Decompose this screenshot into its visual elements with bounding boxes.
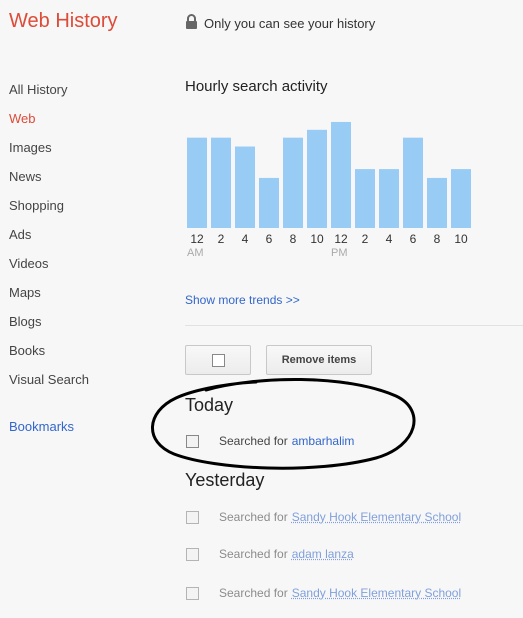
chart-tick-label: 4 [386, 232, 393, 246]
chart-bar [403, 137, 423, 228]
sidebar-item-blogs[interactable]: Blogs [9, 314, 169, 343]
chart-tick-label: 6 [266, 232, 273, 246]
sidebar-item-books[interactable]: Books [9, 343, 169, 372]
chart-tick-label: 2 [362, 232, 369, 246]
sidebar-item-bookmarks[interactable]: Bookmarks [9, 419, 74, 434]
chart-tick-label: 12 [190, 232, 204, 246]
chart-bar [307, 129, 327, 228]
sidebar-item-shopping[interactable]: Shopping [9, 198, 169, 227]
select-all-button[interactable] [185, 345, 251, 375]
chart-bar [379, 169, 399, 228]
chart-tick-label: 4 [242, 232, 249, 246]
hourly-activity-chart: 12AM2 4 6 8 10 12PM2 4 6 8 10 [187, 121, 471, 259]
chart-tick-label: 6 [410, 232, 417, 246]
show-more-trends-link[interactable]: Show more trends >> [185, 293, 300, 307]
chart-bar [355, 169, 375, 228]
history-entry: Searched for adam lanza [186, 547, 354, 561]
chart-tick-label: 8 [434, 232, 441, 246]
privacy-text: Only you can see your history [204, 15, 376, 31]
lock-icon [185, 14, 198, 32]
chart-bar [211, 137, 231, 228]
chart-bar [427, 177, 447, 228]
chart-bar [283, 137, 303, 228]
section-title-yesterday: Yesterday [185, 470, 265, 490]
app-title[interactable]: Web History [9, 10, 118, 33]
entry-query-link[interactable]: Sandy Hook Elementary School [292, 586, 461, 600]
sidebar-item-maps[interactable]: Maps [9, 285, 169, 314]
chart-tick-label: 2 [218, 232, 225, 246]
entry-checkbox[interactable] [186, 510, 199, 524]
chart-bar [235, 146, 255, 228]
select-all-checkbox[interactable] [212, 354, 225, 367]
sidebar-item-videos[interactable]: Videos [9, 256, 169, 285]
chart-bar [187, 137, 207, 228]
chart-title: Hourly search activity [185, 78, 328, 95]
remove-items-button[interactable]: Remove items [266, 345, 372, 375]
sidebar-item-web[interactable]: Web [9, 111, 169, 140]
chart-tick-label: 8 [290, 232, 297, 246]
chart-bar [451, 169, 471, 228]
entry-query-link[interactable]: adam lanza [292, 547, 354, 561]
entry-checkbox[interactable] [186, 547, 199, 561]
entry-prefix: Searched for [219, 510, 288, 524]
annotation-circle [151, 377, 416, 470]
chart-bar [331, 121, 351, 228]
history-entry: Searched for Sandy Hook Elementary Schoo… [186, 510, 461, 524]
chart-period-label: AM [187, 247, 204, 259]
entry-query-link[interactable]: Sandy Hook Elementary School [292, 510, 461, 524]
sidebar-nav: All History Web Images News Shopping Ads… [9, 82, 169, 401]
entry-prefix: Searched for [219, 586, 288, 600]
chart-period-label: PM [331, 247, 348, 259]
history-entry: Searched for Sandy Hook Elementary Schoo… [186, 586, 461, 600]
sidebar-item-news[interactable]: News [9, 169, 169, 198]
entry-prefix: Searched for [219, 547, 288, 561]
chart-tick-label: 12 [334, 232, 348, 246]
sidebar-item-images[interactable]: Images [9, 140, 169, 169]
sidebar-item-all-history[interactable]: All History [9, 82, 169, 111]
entry-checkbox[interactable] [186, 586, 199, 600]
privacy-notice: Only you can see your history [185, 14, 375, 32]
chart-tick-label: 10 [310, 232, 324, 246]
chart-bar [259, 177, 279, 228]
divider [185, 325, 523, 326]
header: Web History Only you can see your histor… [0, 0, 523, 48]
chart-tick-label: 10 [454, 232, 468, 246]
sidebar-item-ads[interactable]: Ads [9, 227, 169, 256]
sidebar-item-visual-search[interactable]: Visual Search [9, 372, 169, 401]
